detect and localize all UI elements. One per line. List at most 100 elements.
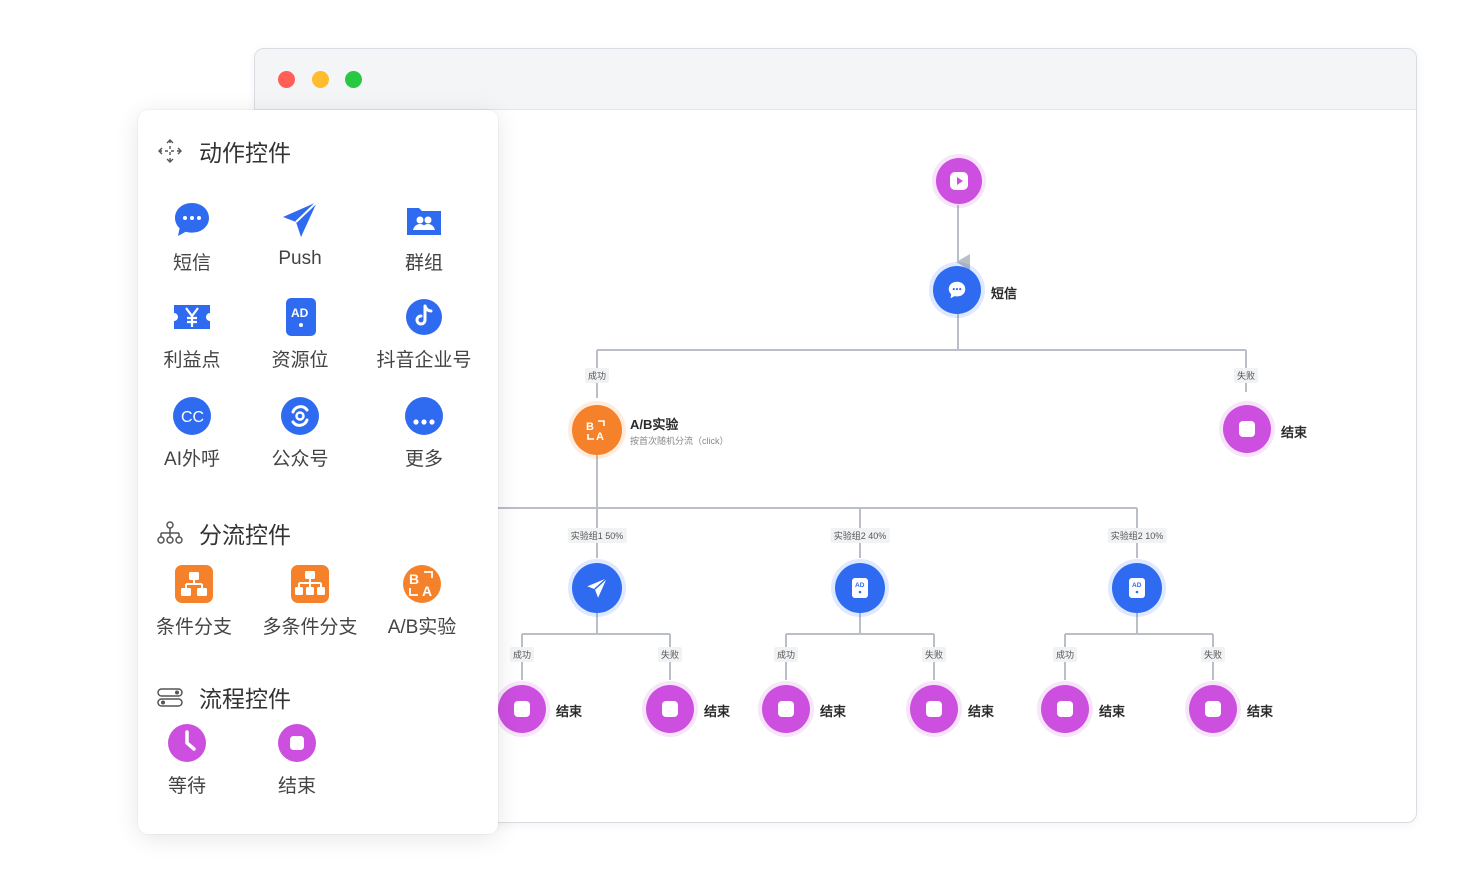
edge-group1-split [521, 612, 671, 680]
ad-slot-node[interactable]: AD [1112, 563, 1162, 613]
tag-fail: 失败 [921, 647, 947, 662]
svg-text:AD: AD [291, 306, 309, 320]
tool-benefit[interactable]: 利益点 [137, 297, 247, 372]
tool-more[interactable]: 更多 [369, 396, 479, 471]
tool-group[interactable]: 群组 [369, 200, 479, 275]
condition-branch-icon [175, 565, 213, 603]
end-node[interactable] [1189, 685, 1237, 733]
end-node-label: 结束 [968, 704, 995, 719]
play-icon [950, 172, 968, 190]
tool-ai-call[interactable]: CC AI外呼 [137, 396, 247, 471]
end-node[interactable] [498, 685, 546, 733]
stop-icon [778, 701, 794, 717]
tool-douyin-label: 抖音企业号 [376, 350, 472, 371]
svg-text:AD: AD [1132, 582, 1142, 589]
douyin-icon [406, 299, 442, 335]
tag-success: 成功 [1052, 647, 1078, 662]
tag-group1: 实验组1 50% [567, 528, 627, 543]
sms-node[interactable] [933, 266, 981, 314]
tool-benefit-label: 利益点 [163, 350, 221, 371]
tool-condition-branch-label: 条件分支 [155, 617, 232, 638]
ad-slot-icon: AD [1129, 578, 1145, 598]
tool-push[interactable]: Push [245, 200, 355, 270]
sms-node-label: 短信 [991, 286, 1018, 301]
end-node[interactable] [1223, 405, 1271, 453]
tool-group-label: 群组 [404, 253, 443, 274]
tag-fail: 失败 [657, 647, 683, 662]
tool-wait[interactable]: 等待 [132, 723, 242, 798]
chat-bubble-icon [948, 281, 966, 299]
ad-slot-icon: AD [286, 298, 316, 336]
end-node-label: 结束 [556, 704, 583, 719]
stop-icon [1239, 421, 1255, 437]
end-node[interactable] [1041, 685, 1089, 733]
hierarchy-icon [157, 521, 183, 544]
chat-bubble-icon [175, 203, 209, 236]
end-node-label: 结束 [1247, 704, 1274, 719]
svg-text:A: A [596, 431, 604, 443]
end-node[interactable] [646, 685, 694, 733]
end-node[interactable] [762, 685, 810, 733]
tool-official-account[interactable]: 公众号 [245, 396, 355, 471]
tool-ad-slot[interactable]: AD 资源位 [245, 297, 355, 372]
ab-test-node[interactable]: BA [572, 405, 622, 455]
ad-slot-icon: AD [852, 578, 868, 598]
tool-multi-condition-branch[interactable]: 多条件分支 [255, 564, 365, 639]
end-node[interactable] [910, 685, 958, 733]
end-node-label: 结束 [704, 704, 731, 719]
svg-text:AD: AD [855, 582, 865, 589]
more-icon [405, 397, 443, 435]
yen-ticket-icon [174, 305, 210, 329]
tool-condition-branch[interactable]: 条件分支 [139, 564, 249, 639]
stop-icon [278, 724, 316, 762]
stop-icon [662, 701, 678, 717]
paper-plane-icon [587, 577, 608, 598]
tool-end[interactable]: 结束 [242, 723, 352, 798]
tool-end-label: 结束 [277, 776, 316, 797]
stop-icon [1057, 701, 1073, 717]
section-branch-title: 分流控件 [155, 516, 291, 550]
section-action-title: 动作控件 [155, 134, 291, 168]
component-panel: 动作控件 短信 Push 群组 利益点 AD 资源位 抖音企业号 CC AI外呼… [138, 110, 498, 834]
group-folder-icon [407, 208, 441, 235]
tool-douyin[interactable]: 抖音企业号 [369, 297, 479, 372]
ab-node-label: A/B实验 [630, 417, 679, 432]
stop-icon [1205, 701, 1221, 717]
move-arrows-icon [158, 139, 182, 163]
svg-text:B: B [409, 571, 419, 587]
tag-success: 成功 [773, 647, 799, 662]
tag-fail: 失败 [1200, 647, 1226, 662]
stop-icon [514, 701, 530, 717]
section-process-title: 流程控件 [155, 680, 291, 714]
tag-success: 成功 [509, 647, 535, 662]
edge-sms-split [596, 314, 1247, 398]
ab-test-icon: BA [586, 420, 605, 443]
tag-fail: 失败 [1233, 368, 1259, 383]
tag-group3: 实验组2 10% [1107, 528, 1167, 543]
end-node-label: 结束 [1099, 704, 1126, 719]
tool-ab-test[interactable]: BA A/B实验 [367, 564, 477, 639]
stop-icon [926, 701, 942, 717]
tag-success: 成功 [584, 368, 610, 383]
tool-sms[interactable]: 短信 [137, 200, 247, 275]
end-node-label: 结束 [1281, 425, 1308, 440]
ad-slot-node[interactable]: AD [835, 563, 885, 613]
tool-push-label: Push [278, 248, 322, 269]
push-node[interactable] [572, 563, 622, 613]
tool-ai-call-label: AI外呼 [164, 449, 220, 470]
paper-plane-icon [283, 201, 318, 237]
edge-group2-split [785, 612, 935, 680]
official-account-icon [281, 397, 319, 435]
tool-ab-test-label: A/B实验 [387, 617, 457, 638]
svg-text:CC: CC [181, 409, 204, 426]
section-process-label: 流程控件 [199, 686, 291, 712]
tool-multi-condition-branch-label: 多条件分支 [262, 617, 358, 638]
ab-node-sub: 按首次随机分流（click） [630, 436, 729, 446]
edge-group3-split [1064, 612, 1214, 680]
clock-icon [168, 724, 206, 762]
svg-text:A: A [422, 583, 432, 599]
section-branch-label: 分流控件 [199, 522, 291, 548]
start-node[interactable] [936, 158, 982, 204]
cc-call-icon: CC [173, 397, 211, 435]
process-toggle-icon [157, 688, 183, 707]
